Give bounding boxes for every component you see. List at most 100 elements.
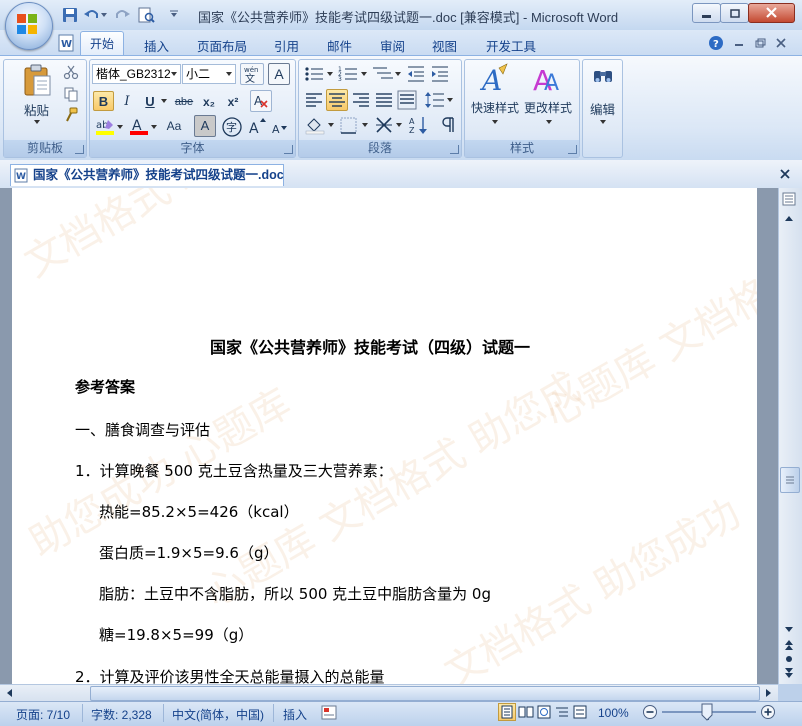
clipboard-dialog-launcher[interactable]	[75, 145, 84, 154]
increase-indent-icon[interactable]	[430, 64, 450, 84]
enclose-characters-button[interactable]: 字	[220, 115, 242, 137]
font-dialog-launcher[interactable]	[284, 145, 293, 154]
change-styles-button[interactable]: AA 更改样式	[522, 60, 576, 134]
svg-text:?: ?	[713, 39, 719, 50]
copy-icon[interactable]	[63, 86, 79, 102]
zoom-level[interactable]: 100%	[598, 706, 629, 720]
customize-qat-icon[interactable]	[170, 10, 178, 18]
font-name-combo[interactable]: 楷体_GB2312	[92, 64, 181, 84]
tab-insert[interactable]: 插入	[144, 34, 169, 56]
subscript-button[interactable]: x₂	[198, 91, 220, 111]
vertical-scrollbar[interactable]	[778, 188, 802, 684]
format-painter-icon[interactable]	[63, 107, 79, 123]
line-spacing-icon[interactable]	[424, 90, 454, 110]
distributed-icon[interactable]	[397, 90, 417, 110]
zoom-slider-thumb-icon[interactable]	[701, 703, 713, 721]
full-screen-reading-icon[interactable]	[518, 704, 534, 720]
editing-button[interactable]: 编辑	[584, 62, 622, 134]
paste-button[interactable]: 粘贴	[14, 60, 60, 132]
zoom-in-icon[interactable]	[760, 704, 776, 720]
scroll-down-icon[interactable]	[780, 622, 798, 636]
shading-icon[interactable]	[304, 115, 336, 135]
previous-page-icon[interactable]	[780, 638, 798, 652]
grow-font-button[interactable]: A	[246, 115, 266, 137]
bold-button[interactable]: B	[93, 91, 114, 111]
word-doc-icon[interactable]: W	[57, 34, 75, 52]
tab-review[interactable]: 审阅	[380, 34, 405, 56]
highlight-button[interactable]: ab	[93, 115, 123, 137]
font-size-combo[interactable]: 小二	[182, 64, 236, 84]
undo-dropdown-icon[interactable]	[101, 12, 107, 18]
quick-styles-button[interactable]: A 快速样式	[469, 60, 521, 134]
tab-view[interactable]: 视图	[432, 34, 457, 56]
chinese-layout-icon[interactable]	[374, 115, 404, 135]
superscript-button[interactable]: x²	[222, 91, 244, 111]
borders-icon[interactable]	[338, 115, 370, 135]
scroll-up-icon[interactable]	[780, 212, 798, 226]
align-left-icon[interactable]	[304, 90, 324, 110]
outline-view-icon[interactable]	[554, 704, 570, 720]
italic-button[interactable]: I	[117, 91, 137, 111]
document-tab[interactable]: W 国家《公共营养师》技能考试四级试题一.doc	[10, 164, 284, 186]
show-hide-marks-icon[interactable]	[436, 115, 458, 135]
change-styles-dropdown-icon	[546, 120, 552, 124]
align-center-button[interactable]	[326, 89, 348, 111]
tab-home[interactable]: 开始	[80, 31, 124, 55]
insert-mode[interactable]: 插入	[283, 706, 307, 723]
change-case-button[interactable]: Aa	[160, 115, 188, 137]
decrease-indent-icon[interactable]	[406, 64, 426, 84]
multilevel-list-icon[interactable]	[371, 64, 403, 84]
vertical-scroll-thumb[interactable]	[780, 467, 800, 493]
bullets-icon[interactable]	[303, 64, 335, 84]
document-page[interactable]: 文档格式 助您成功 心题库 文档格式 助您成 助您成功 心题库 文档格式 助您成…	[12, 188, 757, 684]
doc-close-icon[interactable]	[775, 37, 787, 49]
page-count[interactable]: 页面: 7/10	[16, 706, 70, 723]
align-right-icon[interactable]	[351, 90, 371, 110]
doc-restore-icon[interactable]	[754, 37, 766, 49]
doc-minimize-icon[interactable]	[733, 39, 745, 49]
undo-icon[interactable]	[83, 6, 101, 24]
maximize-button[interactable]	[720, 3, 749, 23]
office-button[interactable]	[5, 2, 53, 50]
clear-formatting-button[interactable]: A	[250, 90, 272, 112]
character-shading-button[interactable]: A	[194, 115, 216, 137]
word-count[interactable]: 字数: 2,328	[91, 706, 152, 723]
scroll-left-icon[interactable]	[4, 687, 16, 699]
tab-mailings[interactable]: 邮件	[327, 34, 352, 56]
web-layout-icon[interactable]	[536, 704, 552, 720]
svg-text:Z: Z	[409, 126, 415, 135]
print-preview-icon[interactable]	[137, 6, 155, 24]
styles-dialog-launcher[interactable]	[568, 145, 577, 154]
character-border-button[interactable]: A	[268, 63, 290, 85]
zoom-out-icon[interactable]	[642, 704, 658, 720]
macro-record-icon[interactable]	[321, 705, 337, 720]
help-icon[interactable]: ?	[708, 35, 724, 51]
save-icon[interactable]	[61, 6, 79, 24]
underline-dropdown-icon[interactable]	[161, 99, 167, 103]
justify-icon[interactable]	[374, 90, 394, 110]
paragraph-dialog-launcher[interactable]	[450, 145, 459, 154]
redo-icon[interactable]	[113, 6, 131, 24]
select-browse-object-icon[interactable]	[780, 652, 798, 666]
font-color-button[interactable]: A	[127, 115, 157, 137]
underline-button[interactable]: U	[140, 91, 160, 111]
numbering-icon[interactable]: 123	[337, 64, 369, 84]
horizontal-scroll-thumb[interactable]	[90, 686, 760, 701]
cut-icon[interactable]	[63, 64, 79, 80]
phonetic-guide-button[interactable]: wén 文	[240, 63, 264, 85]
tab-developer[interactable]: 开发工具	[486, 34, 536, 56]
shrink-font-button[interactable]: A	[268, 115, 288, 137]
language-indicator[interactable]: 中文(简体，中国)	[172, 706, 264, 723]
print-layout-view-button[interactable]	[498, 703, 516, 721]
tab-page-layout[interactable]: 页面布局	[197, 34, 247, 56]
close-button[interactable]	[748, 3, 795, 23]
tab-references[interactable]: 引用	[274, 34, 299, 56]
minimize-button[interactable]	[692, 3, 721, 23]
scroll-right-icon[interactable]	[762, 687, 774, 699]
draft-view-icon[interactable]	[572, 704, 588, 720]
close-document-tab-icon[interactable]	[779, 168, 791, 180]
sort-icon[interactable]: AZ	[408, 115, 430, 135]
next-page-icon[interactable]	[780, 666, 798, 680]
ruler-toggle-icon[interactable]	[780, 192, 798, 206]
strikethrough-button[interactable]: abe	[172, 91, 196, 111]
